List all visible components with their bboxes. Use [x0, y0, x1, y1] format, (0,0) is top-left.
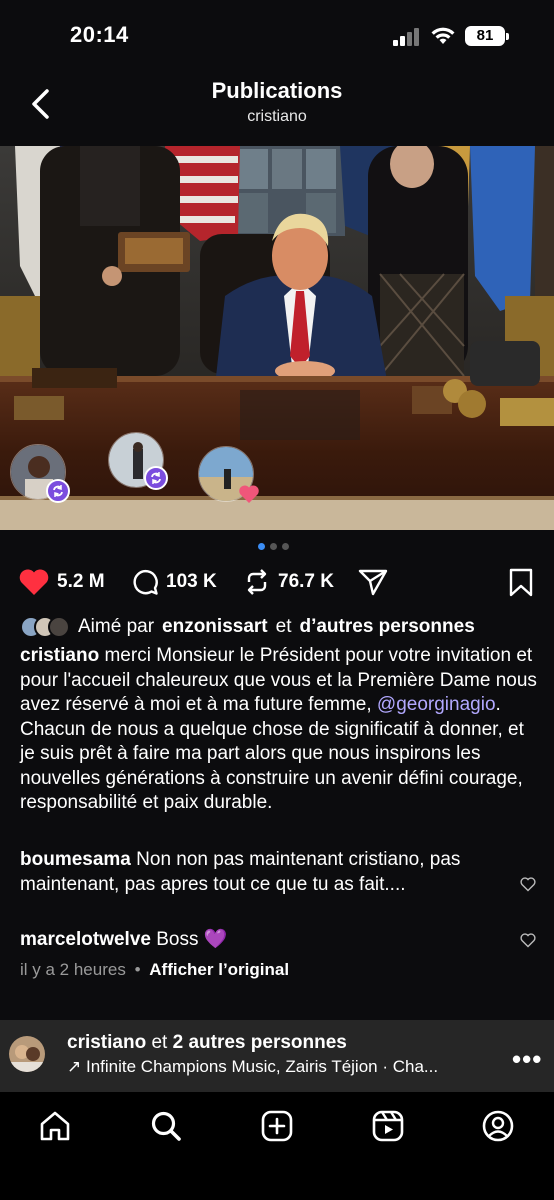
- page-subtitle[interactable]: cristiano: [0, 108, 554, 126]
- repost-badge-icon: [46, 479, 70, 503]
- cellular-signal-icon: [393, 28, 423, 46]
- audio-avatar[interactable]: [9, 1036, 45, 1072]
- liked-by-row[interactable]: Aimé par enzonissart et d’autres personn…: [20, 616, 475, 638]
- repost-badge-icon: [144, 466, 168, 490]
- liked-by-conj: et: [275, 616, 292, 637]
- carousel-dot-active: [258, 543, 265, 550]
- arrow-up-right-icon: ↗: [67, 1057, 82, 1076]
- more-options-icon[interactable]: •••: [512, 1044, 542, 1075]
- comment-action[interactable]: 103 K: [131, 562, 217, 602]
- audio-username[interactable]: cristiano: [67, 1032, 146, 1053]
- post-timestamp: il y a 2 heures: [20, 960, 126, 979]
- audio-bar[interactable]: cristiano et 2 autres personnes ↗ Infini…: [0, 1020, 554, 1092]
- post-meta: il y a 2 heures • Afficher l’original: [20, 960, 289, 980]
- repost-icon[interactable]: [243, 568, 271, 596]
- audio-track[interactable]: ↗ Infinite Champions Music, Zairis Téjio…: [67, 1057, 497, 1077]
- avatar: [48, 616, 70, 638]
- audio-users[interactable]: cristiano et 2 autres personnes: [67, 1032, 347, 1054]
- comment-count[interactable]: 103 K: [166, 571, 217, 593]
- bottom-nav: [0, 1092, 554, 1200]
- liked-by-avatars: [20, 616, 70, 638]
- like-count[interactable]: 5.2 M: [57, 571, 105, 593]
- heart-filled-icon[interactable]: [18, 568, 50, 596]
- like-action[interactable]: 5.2 M: [18, 562, 105, 602]
- liked-by-user[interactable]: enzonissart: [162, 616, 268, 638]
- carousel-dot: [270, 543, 277, 550]
- heart-badge-icon: [239, 485, 259, 503]
- profile-icon[interactable]: [481, 1109, 515, 1143]
- post-photo[interactable]: [0, 146, 554, 530]
- comment-username[interactable]: marcelotwelve: [20, 929, 151, 950]
- comment-username[interactable]: boumesama: [20, 849, 131, 870]
- oval-office-photo: [0, 146, 554, 530]
- liked-by-prefix: Aimé par: [78, 616, 155, 637]
- page-title: Publications: [211, 78, 343, 103]
- audio-others[interactable]: 2 autres personnes: [173, 1032, 347, 1053]
- bookmark-icon[interactable]: [508, 568, 534, 598]
- caption-mention[interactable]: @georginagio: [377, 694, 496, 715]
- carousel-dot: [282, 543, 289, 550]
- home-icon[interactable]: [38, 1109, 72, 1143]
- audio-conj: et: [151, 1032, 168, 1053]
- comment-text: Boss 💜: [150, 929, 228, 950]
- reels-icon[interactable]: [371, 1109, 405, 1143]
- search-icon[interactable]: [149, 1109, 183, 1143]
- repost-count[interactable]: 76.7 K: [278, 571, 334, 593]
- audio-track-name[interactable]: Infinite Champions Music, Zairis Téjion …: [86, 1057, 438, 1076]
- wifi-icon: [431, 27, 455, 44]
- carousel-indicator: [258, 543, 289, 550]
- comment-icon[interactable]: [131, 568, 159, 596]
- comment-like-icon[interactable]: [520, 932, 536, 948]
- comment-item: marcelotwelve Boss 💜: [20, 928, 500, 953]
- meta-separator: •: [134, 960, 141, 979]
- create-post-icon[interactable]: [260, 1109, 294, 1143]
- repost-action[interactable]: 76.7 K: [243, 562, 334, 602]
- post-actions: 5.2 M 103 K 76.7 K: [0, 562, 554, 602]
- comment-like-icon[interactable]: [520, 876, 536, 892]
- status-time: 20:14: [70, 22, 129, 47]
- caption-username[interactable]: cristiano: [20, 645, 99, 666]
- show-original-link[interactable]: Afficher l’original: [149, 960, 289, 979]
- post-caption: cristiano merci Monsieur le Président po…: [20, 644, 540, 816]
- nav-header: Publications cristiano: [0, 70, 554, 144]
- battery-indicator: 81: [465, 26, 509, 46]
- liked-by-others[interactable]: d’autres personnes: [299, 616, 474, 638]
- comment-item: boumesama Non non pas maintenant cristia…: [20, 848, 500, 897]
- share-send-icon[interactable]: [358, 568, 388, 596]
- status-bar: 20:14 81: [0, 0, 554, 70]
